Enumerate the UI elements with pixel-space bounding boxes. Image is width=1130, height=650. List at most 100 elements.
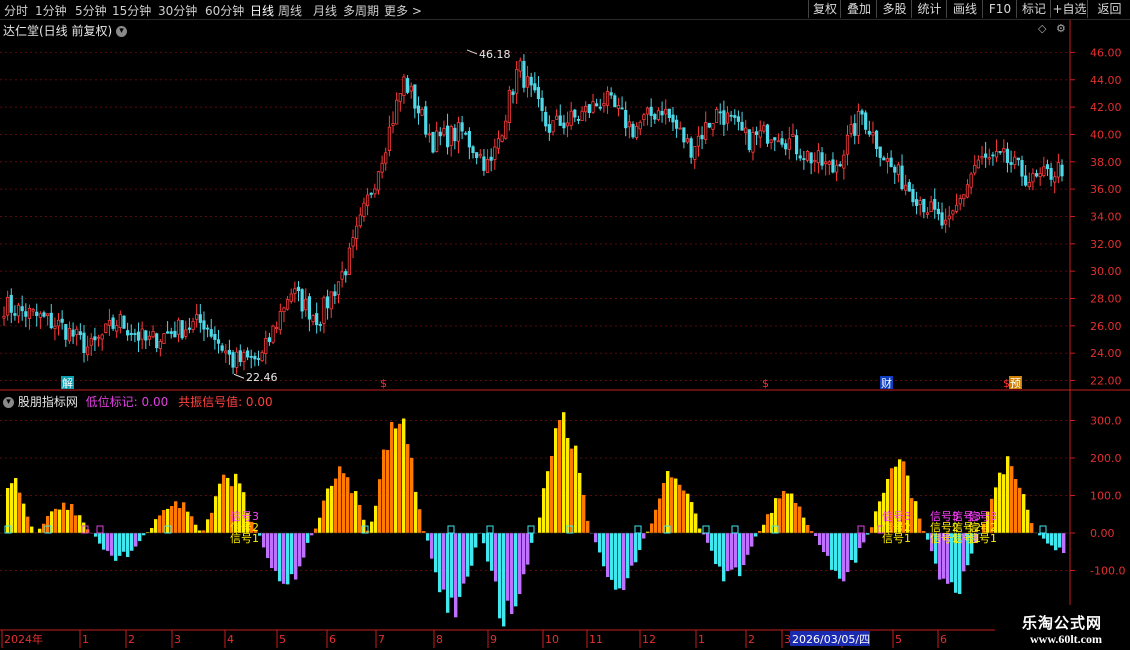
period-tab-0[interactable]: 分时 — [4, 2, 28, 19]
candle-body — [849, 124, 853, 134]
candle-body — [78, 331, 82, 336]
toolbar-button-6[interactable]: 标记 — [1016, 0, 1051, 18]
indicator-bar — [818, 533, 822, 546]
candle-body — [973, 165, 977, 174]
settings-circle-icon[interactable]: ▾ — [116, 26, 128, 37]
candle-body — [307, 296, 312, 320]
indicator-bar — [118, 533, 122, 556]
month-label-2: 2 — [128, 633, 135, 646]
candle-body — [540, 97, 544, 112]
indicator-bar — [218, 483, 222, 533]
indicator-bar — [274, 533, 278, 571]
candle-body — [773, 137, 777, 141]
candle-body — [387, 126, 391, 152]
candle-body — [816, 150, 821, 164]
candle-body — [587, 104, 591, 114]
price-tick-label-12: 22.00 — [1090, 375, 1122, 388]
period-tab-1[interactable]: 1分钟 — [35, 2, 67, 19]
period-tab-6[interactable]: 日线 — [250, 2, 274, 19]
candle-body — [758, 130, 762, 138]
candle-body — [173, 330, 177, 338]
period-tab-5[interactable]: 60分钟 — [205, 2, 244, 19]
indicator-bar — [214, 496, 218, 533]
candle-body — [994, 151, 999, 158]
indicator-bar — [630, 533, 634, 566]
toolbar-button-0[interactable]: 复权 — [808, 0, 841, 18]
indicator-bar — [278, 533, 282, 582]
indicator-bar — [326, 488, 330, 533]
indicator-panel-title: ▾ 股朋指标网 低位标记: 0.00 共振信号值: 0.00 — [3, 393, 273, 410]
candle-body — [518, 60, 522, 72]
indicator-bar — [126, 533, 130, 557]
indicator-bar — [58, 509, 62, 533]
price-tick-label-2: 42.00 — [1090, 101, 1122, 114]
circle-settings-icon[interactable]: ⚙ — [1056, 22, 1066, 35]
indicator-bar — [426, 533, 430, 541]
event-mark-4: $ — [1003, 377, 1010, 390]
toolbar-button-7[interactable]: +自选 — [1050, 0, 1088, 18]
period-tab-8[interactable]: 月线 — [313, 2, 337, 19]
indicator-bar — [1062, 533, 1066, 554]
candle-body — [49, 312, 53, 329]
candle-body — [740, 121, 744, 131]
month-label-0: 2024年 — [4, 632, 43, 646]
indicator-bar — [318, 517, 322, 533]
candle-body — [6, 296, 10, 316]
indicator-bar — [1014, 479, 1018, 533]
toolbar-button-3[interactable]: 统计 — [911, 0, 947, 18]
indicator-bar — [494, 533, 498, 582]
month-label-10: 10 — [545, 633, 559, 646]
candle-body — [449, 126, 453, 147]
candle-body — [842, 154, 846, 169]
period-tab-7[interactable]: 周线 — [278, 2, 302, 19]
candle-body — [609, 92, 613, 96]
candle-body — [475, 152, 479, 159]
indicator-bar — [458, 533, 462, 597]
candle-body — [1005, 148, 1010, 163]
indicator-bar — [342, 473, 346, 533]
candle-body — [682, 127, 686, 143]
candle-body — [82, 332, 86, 354]
candle-body — [453, 127, 457, 142]
period-tab-10[interactable]: 更多 > — [384, 2, 422, 19]
candle-body — [725, 112, 730, 124]
panel-control-icons: ◇ ⚙ — [1038, 22, 1066, 35]
signal-label-4-2: 信号1 — [968, 532, 997, 545]
indicator-bar — [762, 524, 766, 533]
low-marker-13 — [731, 525, 739, 534]
indicator-bar — [678, 484, 682, 533]
candle-body — [845, 134, 850, 155]
period-tab-3[interactable]: 15分钟 — [112, 2, 151, 19]
candle-body — [27, 307, 32, 319]
indicator-bar — [690, 502, 694, 533]
period-tab-4[interactable]: 30分钟 — [158, 2, 197, 19]
diamond-icon[interactable]: ◇ — [1038, 22, 1046, 35]
indicator-bar — [498, 533, 502, 619]
candle-body — [169, 331, 173, 334]
candle-body — [889, 157, 893, 168]
month-label-12: 12 — [642, 633, 656, 646]
toolbar-button-2[interactable]: 多股 — [876, 0, 912, 18]
period-tab-9[interactable]: 多周期 — [343, 2, 379, 19]
chart-canvas[interactable]: 46.0044.0042.0040.0038.0036.0034.0032.00… — [0, 0, 1130, 650]
candle-body — [831, 159, 835, 173]
toolbar-button-4[interactable]: 画线 — [946, 0, 983, 18]
month-label-14: 2 — [748, 633, 755, 646]
indicator-bar — [842, 533, 846, 582]
indicator-bar — [706, 533, 710, 543]
toolbar-button-8[interactable]: 返回 — [1087, 0, 1130, 18]
candle-body — [707, 122, 711, 128]
indicator-bar — [122, 533, 126, 552]
collapse-circle-icon[interactable]: ▾ — [3, 397, 14, 408]
indicator-bar — [558, 420, 562, 533]
indicator-bar — [694, 513, 698, 533]
indicator-bar — [550, 455, 554, 533]
candle-body — [536, 87, 541, 100]
indicator-bar — [18, 492, 22, 533]
toolbar-button-1[interactable]: 叠加 — [840, 0, 877, 18]
candle-body — [642, 114, 646, 121]
toolbar-button-5[interactable]: F10 — [982, 0, 1017, 18]
period-tab-2[interactable]: 5分钟 — [75, 2, 107, 19]
candle-body — [362, 202, 366, 217]
month-label-15: 3 — [784, 633, 791, 646]
